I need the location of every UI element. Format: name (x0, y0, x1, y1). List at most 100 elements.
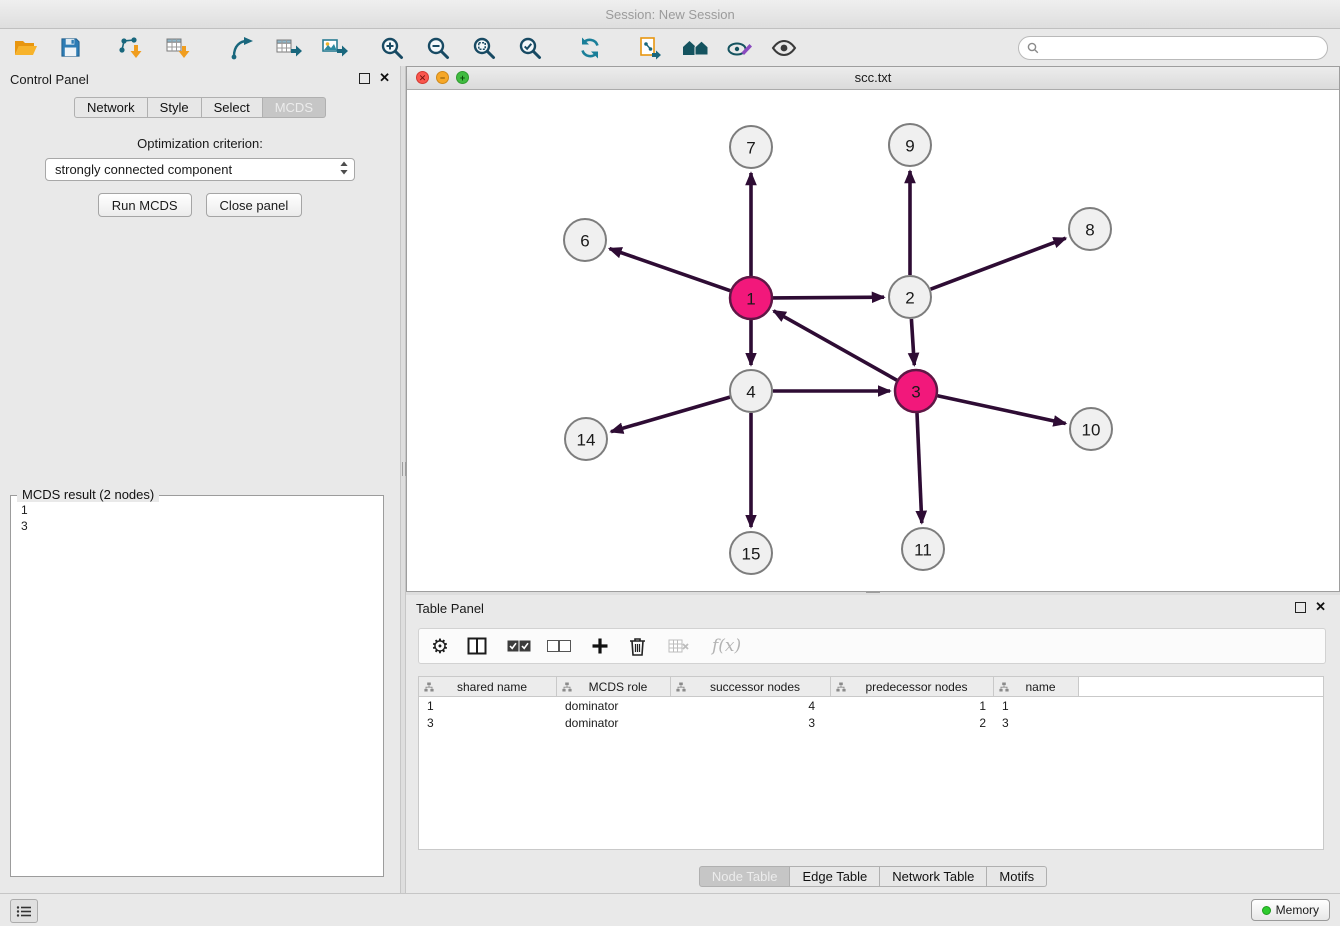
table-panel-tabs: Node Table Edge Table Network Table Moti… (406, 866, 1340, 887)
table-settings-button[interactable]: ⚙ (431, 631, 449, 661)
close-panel-button[interactable]: Close panel (206, 193, 303, 217)
save-session-button[interactable] (54, 33, 86, 63)
tab-edge-table[interactable]: Edge Table (790, 866, 880, 887)
column-header-predecessor-nodes[interactable]: predecessor nodes (831, 677, 994, 696)
node-4[interactable]: 4 (730, 370, 772, 412)
network-graph-canvas[interactable]: 7 9 6 8 1 2 4 3 14 10 15 11 (407, 89, 1339, 592)
node-10[interactable]: 10 (1070, 408, 1112, 450)
table-panel-title: Table Panel (416, 601, 484, 616)
gear-icon: ⚙ (431, 634, 449, 659)
tab-select[interactable]: Select (202, 97, 263, 118)
node-1[interactable]: 1 (730, 277, 772, 319)
tab-network-table[interactable]: Network Table (880, 866, 987, 887)
edge-1-6[interactable] (610, 249, 731, 291)
close-panel-icon[interactable]: ✕ (1315, 601, 1326, 613)
home-view-button[interactable] (680, 33, 712, 63)
column-header-name[interactable]: name (994, 677, 1079, 696)
network-view-window: ✕ − + scc.txt 7968124314101511 (406, 66, 1340, 592)
new-network-from-selection-button[interactable] (634, 33, 666, 63)
result-item[interactable]: 3 (11, 518, 383, 534)
node-table: shared nameMCDS rolesuccessor nodesprede… (418, 676, 1324, 850)
new-network-document-icon (638, 36, 662, 60)
delete-column-button[interactable] (629, 631, 646, 661)
export-table-button[interactable] (272, 33, 304, 63)
edge-2-3[interactable] (911, 319, 914, 365)
deselect-all-rows-button[interactable] (547, 631, 571, 661)
network-window-title: scc.txt (407, 70, 1339, 85)
node-8[interactable]: 8 (1069, 208, 1111, 250)
search-field[interactable] (1018, 36, 1328, 60)
console-button[interactable] (10, 899, 38, 923)
edge-2-8[interactable] (931, 238, 1066, 289)
import-network-button[interactable] (114, 33, 146, 63)
show-hide-graphics-button[interactable] (768, 33, 800, 63)
tab-motifs[interactable]: Motifs (987, 866, 1047, 887)
edge-3-11[interactable] (917, 413, 922, 523)
node-7[interactable]: 7 (730, 126, 772, 168)
node-14[interactable]: 14 (565, 418, 607, 460)
edge-3-1[interactable] (774, 311, 897, 380)
function-builder-button[interactable]: f(x) (712, 631, 741, 661)
svg-text:15: 15 (742, 545, 761, 564)
import-network-icon (117, 36, 143, 60)
node-11[interactable]: 11 (902, 528, 944, 570)
select-all-rows-button[interactable] (507, 631, 531, 661)
apply-style-button[interactable] (724, 33, 756, 63)
svg-text:9: 9 (905, 137, 914, 156)
tab-style[interactable]: Style (148, 97, 202, 118)
mcds-result-box: MCDS result (2 nodes) 13 (10, 495, 384, 877)
table-row[interactable]: 1dominator411 (419, 697, 1323, 714)
zoom-in-button[interactable] (376, 33, 408, 63)
column-header-successor-nodes[interactable]: successor nodes (671, 677, 831, 696)
search-input[interactable] (1044, 39, 1319, 56)
svg-text:4: 4 (746, 383, 755, 402)
result-item[interactable]: 1 (11, 502, 383, 518)
float-panel-icon[interactable] (359, 73, 370, 84)
control-panel: Control Panel ✕ Network Style Select MCD… (0, 66, 400, 893)
window-title: Session: New Session (605, 7, 734, 22)
zoom-out-button[interactable] (422, 33, 454, 63)
create-column-button[interactable] (591, 631, 609, 661)
folder-open-icon (14, 38, 38, 58)
float-panel-icon[interactable] (1295, 602, 1306, 613)
close-panel-icon[interactable]: ✕ (379, 72, 390, 84)
node-6[interactable]: 6 (564, 219, 606, 261)
memory-button[interactable]: Memory (1251, 899, 1330, 921)
node-15[interactable]: 15 (730, 532, 772, 574)
node-9[interactable]: 9 (889, 124, 931, 166)
mcds-result-title: MCDS result (2 nodes) (17, 487, 159, 502)
export-network-button[interactable] (226, 33, 258, 63)
tab-network[interactable]: Network (74, 97, 148, 118)
column-header-MCDS-role[interactable]: MCDS role (557, 677, 671, 696)
table-cell: 3 (994, 716, 1079, 730)
tab-mcds[interactable]: MCDS (263, 97, 326, 118)
node-2[interactable]: 2 (889, 276, 931, 318)
zoom-selected-button[interactable] (514, 33, 546, 63)
edge-4-14[interactable] (611, 397, 730, 432)
column-header-shared-name[interactable]: shared name (419, 677, 557, 696)
edge-1-2[interactable] (773, 297, 884, 298)
control-panel-title: Control Panel (10, 72, 89, 87)
delete-table-button[interactable] (668, 631, 690, 661)
svg-text:7: 7 (746, 139, 755, 158)
edge-3-10[interactable] (938, 396, 1066, 424)
memory-status-dot (1262, 906, 1271, 915)
refresh-layout-button[interactable] (574, 33, 606, 63)
svg-text:10: 10 (1082, 421, 1101, 440)
table-cell: 2 (831, 716, 994, 730)
zoom-fit-button[interactable] (468, 33, 500, 63)
show-columns-button[interactable] (467, 631, 487, 661)
table-body: 1dominator4113dominator323 (419, 697, 1323, 731)
run-mcds-button[interactable]: Run MCDS (98, 193, 192, 217)
tab-node-table[interactable]: Node Table (699, 866, 791, 887)
optimization-criterion-select[interactable]: strongly connected component (45, 158, 355, 181)
table-cell: 1 (994, 699, 1079, 713)
export-image-button[interactable] (318, 33, 350, 63)
open-session-button[interactable] (10, 33, 42, 63)
table-row[interactable]: 3dominator323 (419, 714, 1323, 731)
eye-icon (771, 37, 797, 59)
search-icon (1027, 42, 1039, 54)
table-cell: 3 (419, 716, 557, 730)
node-3[interactable]: 3 (895, 370, 937, 412)
import-table-button[interactable] (162, 33, 194, 63)
